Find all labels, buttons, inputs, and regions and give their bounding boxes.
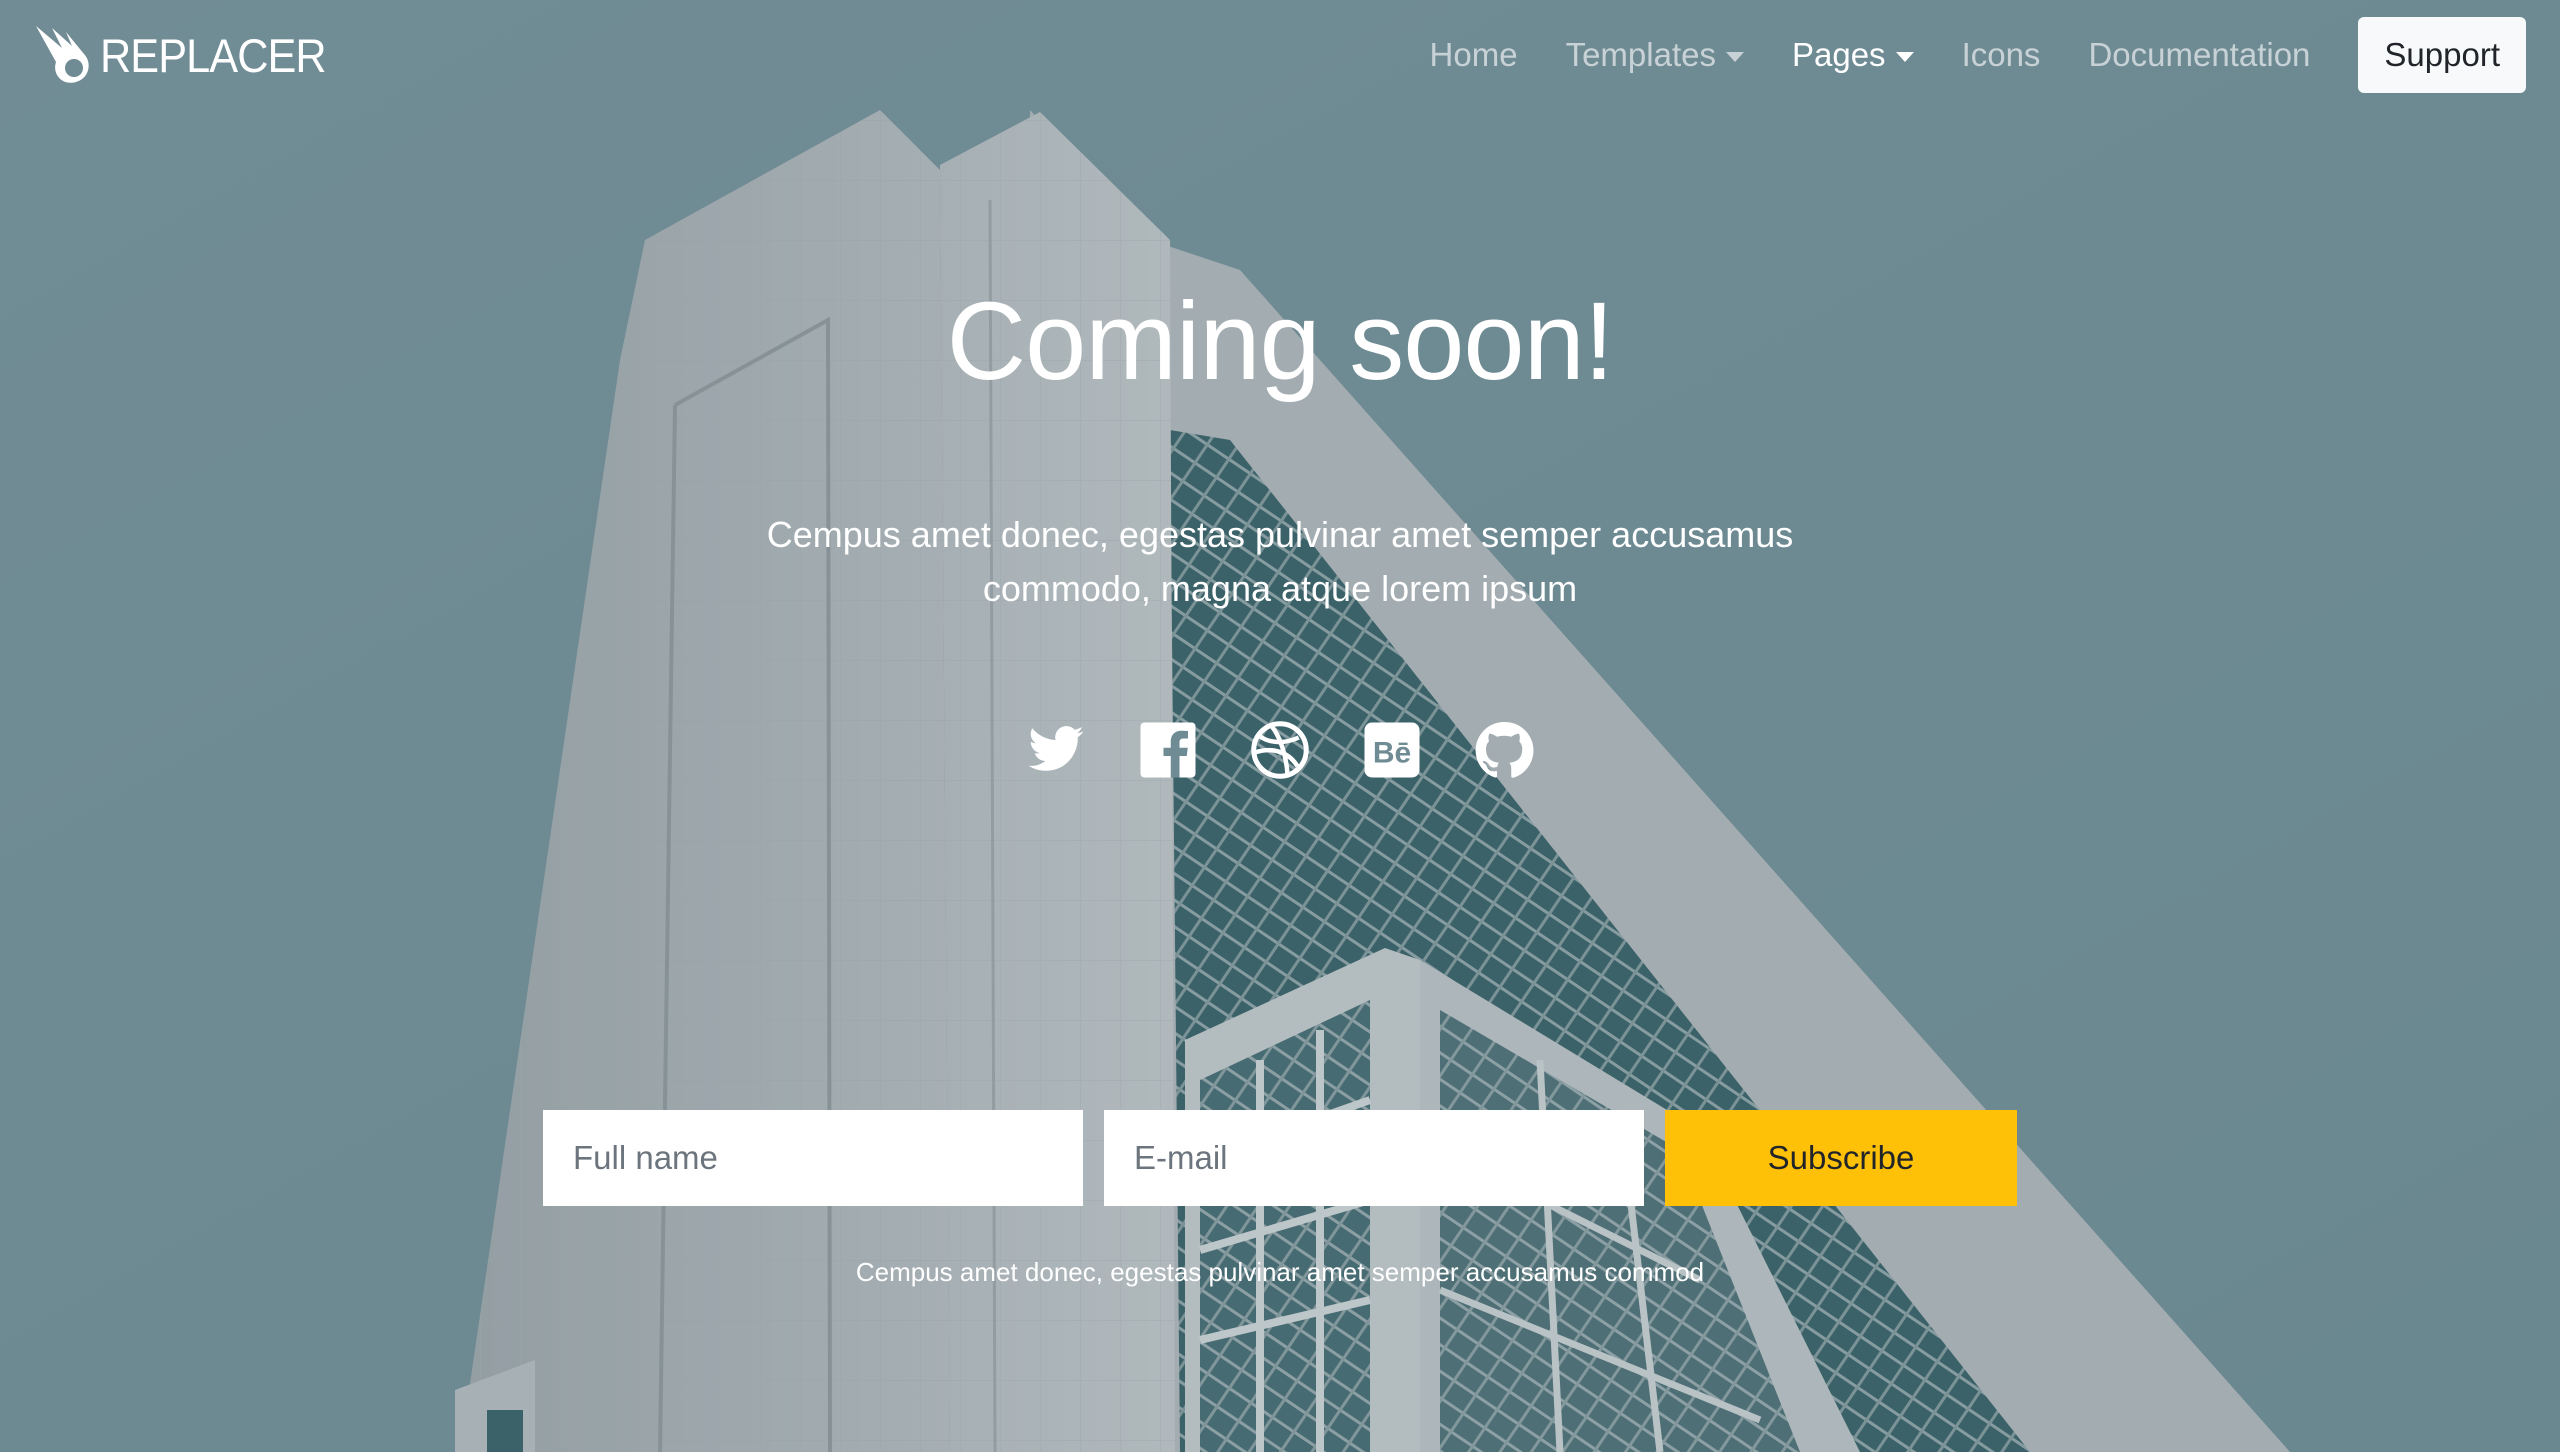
nav-item-label: Templates [1565,36,1716,73]
brand-logo[interactable]: REPLACER [32,24,345,86]
dribbble-link[interactable] [1250,720,1310,780]
email-input[interactable] [1104,1110,1644,1206]
caret-down-icon [1895,52,1914,62]
nav-item-label: Pages [1791,36,1886,73]
behance-link[interactable]: Bē [1362,720,1422,780]
facebook-link[interactable] [1138,720,1198,780]
form-note: Cempus amet donec, egestas pulvinar amet… [855,1257,1705,1287]
nav-item-home[interactable]: Home [1430,36,1518,74]
full-name-input[interactable] [543,1110,1083,1206]
lead-line-1: Cempus amet donec, egestas pulvinar amet… [766,514,1794,555]
facebook-icon [1140,722,1196,778]
hero-lead-text: Cempus amet donec, egestas pulvinar amet… [760,508,1800,616]
svg-text:Bē: Bē [1373,737,1411,770]
twitter-link[interactable] [1026,720,1086,780]
nav-item-label: Icons [1961,36,2041,73]
subscribe-form: Subscribe [543,1110,2017,1206]
nav-item-documentation[interactable]: Documentation [2088,36,2310,74]
page-title: Coming soon! [946,280,1615,403]
subscribe-button[interactable]: Subscribe [1665,1110,2017,1206]
github-link[interactable] [1474,720,1534,780]
social-links: Bē [0,720,2560,780]
nav-item-pages[interactable]: Pages [1792,36,1914,74]
comet-logo-icon [36,26,89,83]
nav-item-icons[interactable]: Icons [1962,36,2041,74]
coming-soon-hero: Coming soon! Cempus amet donec, egestas … [0,0,2560,1452]
nav-item-templates[interactable]: Templates [1566,36,1744,74]
twitter-icon [1028,726,1084,771]
support-button[interactable]: Support [2358,17,2526,93]
github-icon [1475,721,1534,778]
behance-icon: Bē [1364,722,1420,778]
main-nav: Home Templates Pages Icons Documentation… [1382,17,2526,93]
caret-down-icon [1725,52,1744,62]
dribbble-icon [1251,721,1309,779]
top-navbar: REPLACER Home Templates Pages Icons Docu… [0,0,2560,110]
brand-name: REPLACER [100,28,327,82]
nav-item-label: Home [1429,36,1518,73]
lead-line-2: commodo, magna atque lorem ipsum [982,568,1578,609]
nav-item-label: Documentation [2088,36,2311,73]
